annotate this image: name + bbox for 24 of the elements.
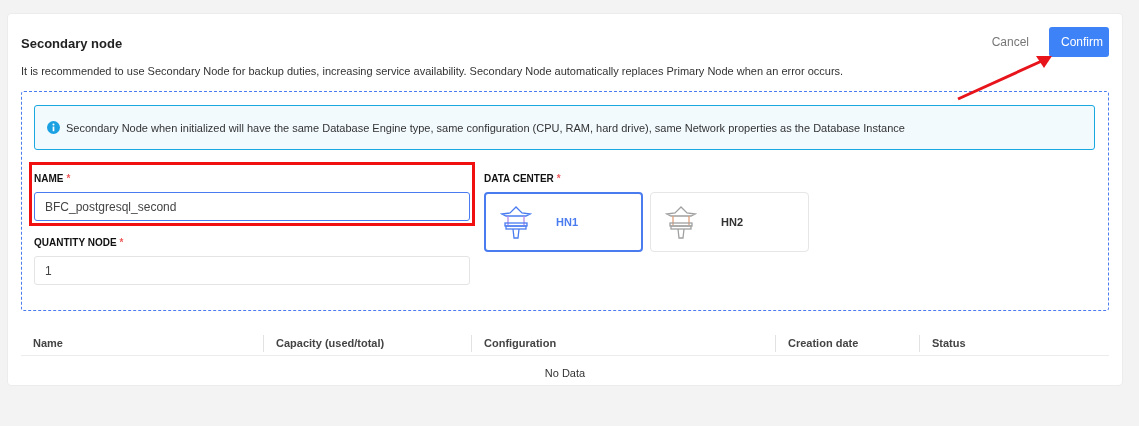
info-text: Secondary Node when initialized will have the same Database Engine type, same configuration (CPU, RAM, hard drive), same Network properties as the Database Instance bbox=[66, 121, 905, 134]
field-label: DATA CENTER bbox=[484, 173, 554, 184]
pagoda-icon bbox=[500, 205, 532, 239]
column-header: Status bbox=[919, 334, 1109, 352]
data-center-option[interactable]: HN2 bbox=[650, 192, 809, 252]
info-icon bbox=[47, 121, 60, 134]
field-label: QUANTITY NODE bbox=[34, 237, 117, 248]
column-header: Name bbox=[32, 335, 64, 351]
column-header: Creation date bbox=[775, 334, 919, 352]
required-mark: * bbox=[556, 173, 561, 184]
pagoda-icon bbox=[665, 205, 697, 239]
column-header: Capacity (used/total) bbox=[263, 334, 471, 352]
section-title: Secondary node bbox=[21, 35, 123, 51]
confirm-button[interactable]: Confirm bbox=[1049, 27, 1109, 57]
data-center-option[interactable]: HN1 bbox=[484, 192, 643, 252]
description-text: It is recommended to use Secondary Node for backup duties, increasing service availability. Secondary Node automatically replaces Primary Node when an error occurs. bbox=[21, 65, 845, 77]
empty-text: No Data bbox=[543, 366, 587, 381]
required-mark: * bbox=[119, 237, 124, 248]
cancel-button[interactable]: Cancel bbox=[985, 31, 1035, 53]
input-field[interactable]: 1 bbox=[34, 256, 470, 285]
field-label: NAME bbox=[34, 173, 64, 184]
required-mark: * bbox=[66, 173, 71, 184]
column-header: Configuration bbox=[471, 334, 775, 352]
input-field[interactable]: BFC_postgresql_second bbox=[34, 192, 470, 221]
